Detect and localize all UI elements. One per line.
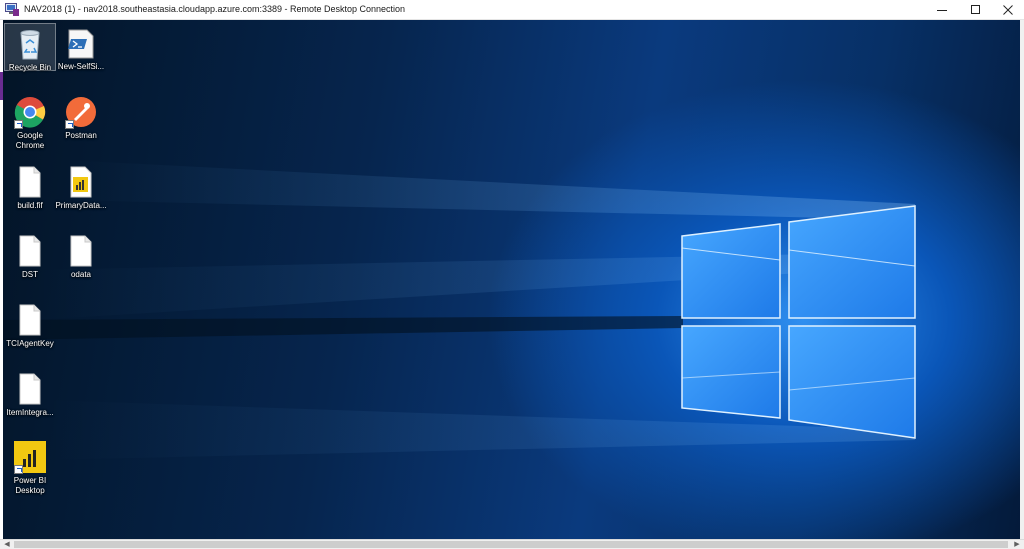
file-icon xyxy=(14,372,46,406)
shortcut-arrow-icon xyxy=(14,465,23,474)
icon-label: Power BI Desktop xyxy=(13,476,47,495)
maximize-icon xyxy=(971,5,980,14)
desktop-icon-itemintegra[interactable]: ItemIntegra... xyxy=(4,369,56,418)
icon-label: New-SelfSi... xyxy=(57,62,105,71)
icon-label: TCIAgentKey xyxy=(6,339,54,348)
scroll-left-icon[interactable]: ◀ xyxy=(1,540,13,549)
scrollbar-thumb[interactable] xyxy=(14,541,1008,548)
minimize-button[interactable] xyxy=(926,0,958,20)
desktop-icon-dst[interactable]: DST xyxy=(4,231,56,280)
horizontal-scrollbar[interactable]: ◀ ▶ xyxy=(0,539,1024,549)
close-button[interactable] xyxy=(992,0,1024,20)
desktop-icon-primarydata[interactable]: PrimaryData... xyxy=(55,162,107,211)
icon-label: DST xyxy=(22,270,38,279)
powerbi-desktop-icon xyxy=(14,440,46,474)
icon-label: odata xyxy=(70,270,92,279)
vertical-scrollbar[interactable] xyxy=(1020,20,1024,539)
file-icon xyxy=(14,303,46,337)
postman-icon xyxy=(65,95,97,129)
file-icon xyxy=(14,234,46,268)
desktop-icon-recycle-bin[interactable]: Recycle Bin xyxy=(4,23,56,72)
window-title: NAV2018 (1) - nav2018.southeastasia.clou… xyxy=(24,4,406,14)
close-icon xyxy=(1003,5,1013,15)
file-icon xyxy=(14,165,46,199)
title-bar: NAV2018 (1) - nav2018.southeastasia.clou… xyxy=(0,0,1024,20)
remote-desktop[interactable]: Recycle Bin New-SelfSi... Google Chrome … xyxy=(3,20,1020,539)
icon-label: Postman xyxy=(65,131,97,140)
maximize-button[interactable] xyxy=(960,0,992,20)
desktop-icon-new-selfsi[interactable]: New-SelfSi... xyxy=(55,23,107,72)
shortcut-arrow-icon xyxy=(65,120,74,129)
file-icon xyxy=(65,234,97,268)
scroll-right-icon[interactable]: ▶ xyxy=(1011,540,1023,549)
icon-label: Recycle Bin xyxy=(8,63,52,72)
desktop-icon-tciagentkey[interactable]: TCIAgentKey xyxy=(4,300,56,349)
powerbi-file-icon xyxy=(65,165,97,199)
desktop-icon-postman[interactable]: Postman xyxy=(55,92,107,141)
shortcut-arrow-icon xyxy=(14,120,23,129)
recycle-bin-icon xyxy=(14,27,46,61)
wallpaper-windows-logo xyxy=(3,160,916,460)
remote-desktop-icon[interactable] xyxy=(5,3,19,16)
powershell-script-icon xyxy=(65,26,97,60)
minimize-icon xyxy=(937,10,947,11)
desktop-icon-power-bi-desktop[interactable]: Power BI Desktop xyxy=(4,437,56,496)
icon-label: Google Chrome xyxy=(15,131,45,150)
desktop-icon-google-chrome[interactable]: Google Chrome xyxy=(4,92,56,151)
icon-label: ItemIntegra... xyxy=(6,408,54,417)
icon-label: build.fif xyxy=(17,201,43,210)
desktop-icon-odata[interactable]: odata xyxy=(55,231,107,280)
chrome-icon xyxy=(14,95,46,129)
icon-label: PrimaryData... xyxy=(55,201,107,210)
desktop-icon-build-fif[interactable]: build.fif xyxy=(4,162,56,211)
